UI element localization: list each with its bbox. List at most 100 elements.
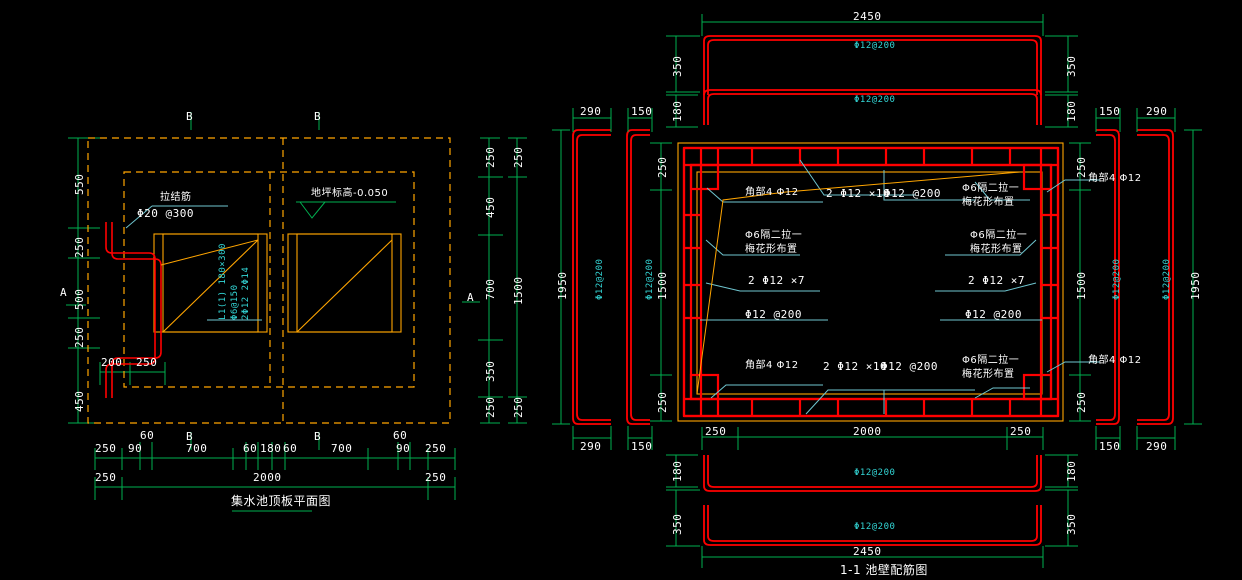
plan-dim-left-3: 250 [73,326,86,348]
plan-dim-detail-0: 200 [101,356,123,369]
section-callout-tie-mid-right-2: 梅花形布置 [970,244,1023,255]
section-dim-bot-side-1: 350 [671,513,684,535]
section-dim-inner-v-r1: 1500 [1075,271,1088,301]
section-dim-bot-side-r1: 350 [1065,513,1078,535]
plan-dim-bot-out-0: 250 [95,471,117,484]
plan-title: 集水池顶板平面图 [231,494,332,508]
section-callout-corner-right-bot: 角部4 Φ12 [1088,355,1142,366]
section-title: 1-1 池壁配筋图 [840,563,928,577]
section-dim-inner-v-0: 250 [656,156,669,178]
plan-dim-bot-in-4: 60 [243,442,258,455]
plan-section-mark-b-top-left: B [186,110,194,123]
plan-dim-right-out-2: 250 [512,396,525,418]
section-dim-inner-h-1: 2000 [853,425,882,438]
plan-dim-bot-out-2: 250 [425,471,447,484]
section-dim-bot-overall: 2450 [853,545,882,558]
plan-dim-bot-in-9: 90 [396,442,411,455]
plan-dim-right-in-4: 250 [484,396,497,418]
plan-dim-bot-in-5: 180 [260,442,282,455]
plan-dim-left-4: 450 [73,390,86,412]
section-callout-tie-top-right-1: Φ6隔二拉一 [962,183,1020,194]
section-callout-corner-bot-left: 角部4 Φ12 [745,360,799,371]
section-callout-tie-mid-left-1: Φ6隔二拉一 [745,230,803,241]
plan-level-symbol [296,201,396,219]
plan-beam-outlines [153,233,402,333]
plan-dim-bot-in-10: 250 [425,442,447,455]
section-callout-top-bars-bot: 2 Φ12 ×10 [823,360,888,373]
section-callout-wall-spacing-right: Φ12 @200 [965,308,1022,321]
section-dim-top-side-r0: 350 [1065,55,1078,77]
plan-section-mark-b-top-right: B [314,110,322,123]
section-dim-bot-side-r0: 180 [1065,460,1078,482]
plan-floor-level-label: 地坪标高-0.050 [311,188,389,199]
plan-dim-right-in-1: 450 [484,196,497,218]
section-dim-top-side-1: 180 [671,100,684,122]
plan-beam-label-line1: L1(1) 180×300 [218,243,228,320]
section-bar-wall-left-1: Φ12@200 [595,258,605,300]
plan-beam-label-line2: Φ6@150 [230,284,240,320]
plan-dim-bot-in-2: 60 [140,429,155,442]
section-callout-corner-top-left: 角部4 Φ12 [745,187,799,198]
section-left-wall-rebar [572,129,650,425]
section-dim-left-strip-1: 150 [631,105,653,118]
plan-dim-right-in-0: 250 [484,146,497,168]
plan-dim-bot-in-6: 60 [283,442,298,455]
plan-dim-bot-in-8: 60 [393,429,408,442]
section-dim-inner-h-2: 250 [1010,425,1032,438]
section-callout-spacing-bot: Φ12 @200 [881,360,938,373]
section-callout-wall-spacing-left: Φ12 @200 [745,308,802,321]
section-dim-top-side-0: 350 [671,55,684,77]
plan-dim-left-0: 550 [73,173,86,195]
plan-tie-bar-spec: Φ20 @300 [137,207,194,220]
section-callout-spacing-top: Φ12 @200 [884,187,941,200]
plan-dim-right-in-2: 700 [484,278,497,300]
section-dim-inner-v-1: 1500 [656,271,669,301]
plan-section-mark-b-bot-left: B [186,430,194,443]
section-bar-slab-bot-1: Φ12@200 [854,468,896,478]
plan-tie-bar-label: 拉结筋 [160,192,192,203]
section-callout-tie-bot-right-1: Φ6隔二拉一 [962,355,1020,366]
section-callout-side-bars-left: 2 Φ12 ×7 [748,274,805,287]
plan-dim-bot-out-1: 2000 [253,471,282,484]
section-dim-outer-left: 1950 [556,271,569,301]
plan-section-mark-a-left: A [60,286,68,299]
section-dim-inner-v-r0: 250 [1075,156,1088,178]
plan-dim-left-1: 250 [73,236,86,258]
section-callout-top-bars-left: 2 Φ12 ×10 [826,187,891,200]
section-dim-right-strip-b0: 150 [1099,440,1121,453]
plan-section-mark-a-right: A [467,291,475,304]
plan-dim-bot-in-3: 700 [186,442,208,455]
section-dim-left-strip-0: 290 [580,105,602,118]
section-dim-top-side-r1: 180 [1065,100,1078,122]
plan-dim-right-out-1: 1500 [512,276,525,306]
section-callout-tie-bot-right-2: 梅花形布置 [962,369,1015,380]
plan-beam-label-line3: 2Φ12 2Φ14 [241,266,251,320]
section-callout-tie-top-right-2: 梅花形布置 [962,197,1015,208]
plan-dim-bot-in-7: 700 [331,442,353,455]
plan-dim-bot-in-1: 90 [128,442,143,455]
plan-beam-leader [160,239,259,266]
plan-dim-right-in-3: 350 [484,360,497,382]
section-dim-right-strip-1: 290 [1146,105,1168,118]
cad-vector-layer [66,14,1202,568]
section-bar-wall-left-2: Φ12@200 [645,258,655,300]
section-dim-inner-h-0: 250 [705,425,727,438]
section-bar-slab-top-2: Φ12@200 [854,95,896,105]
section-callout-tie-mid-left-2: 梅花形布置 [745,244,798,255]
plan-outline [87,137,451,424]
section-dim-left-strip-b0: 290 [580,440,602,453]
section-callout-side-bars-right: 2 Φ12 ×7 [968,274,1025,287]
section-bar-slab-top-1: Φ12@200 [854,41,896,51]
section-dim-outer-right: 1950 [1189,271,1202,301]
section-dim-left-strip-b1: 150 [631,440,653,453]
section-dim-inner-v-r2: 250 [1075,391,1088,413]
section-dim-right-strip-0: 150 [1099,105,1121,118]
section-dim-inner-v-2: 250 [656,391,669,413]
section-callout-corner-right-top: 角部4 Φ12 [1088,173,1142,184]
section-bar-wall-right-2: Φ12@200 [1162,258,1172,300]
plan-dim-detail-1: 250 [136,356,158,369]
plan-section-mark-b-bot-right: B [314,430,322,443]
section-callout-tie-mid-right-1: Φ6隔二拉一 [970,230,1028,241]
section-bar-slab-bot-2: Φ12@200 [854,522,896,532]
cad-drawing-canvas: 550 250 500 250 450 A A 250 450 700 350 … [0,0,1242,580]
